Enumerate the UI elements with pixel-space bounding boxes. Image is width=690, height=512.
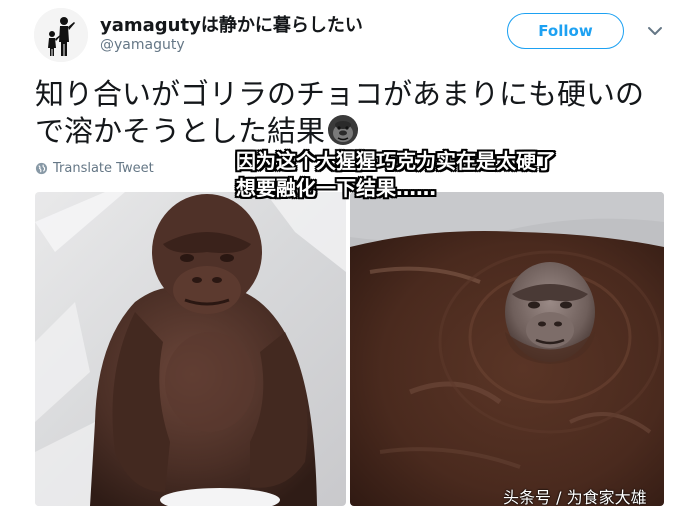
overlay-caption: 因为这个大猩猩巧克力实在是太硬了 想要融化一下结果…… bbox=[236, 148, 556, 202]
overlay-caption-line-1: 因为这个大猩猩巧克力实在是太硬了 bbox=[236, 149, 556, 173]
overlay-caption-line-2: 想要融化一下结果…… bbox=[236, 176, 436, 200]
watermark: 头条号 / 为食家大雄 bbox=[503, 488, 647, 507]
display-name[interactable]: yamagutyは静かに暮らしたい bbox=[100, 11, 363, 37]
melted-chocolate-image bbox=[350, 192, 664, 506]
chevron-down-icon[interactable] bbox=[646, 22, 664, 40]
photo-melted-chocolate[interactable] bbox=[350, 192, 664, 506]
globe-icon bbox=[35, 162, 48, 175]
gorilla-emoji-icon bbox=[328, 115, 359, 145]
user-handle[interactable]: @yamaguty bbox=[100, 37, 185, 53]
follow-button[interactable]: Follow bbox=[507, 13, 624, 49]
tweet-text: 知り合いがゴリラのチョコがあまりにも硬いので溶かそうとした結果 bbox=[35, 76, 665, 150]
chocolate-gorilla-image bbox=[35, 192, 346, 506]
avatar-silhouette-icon bbox=[34, 8, 88, 62]
translate-tweet-link[interactable]: Translate Tweet bbox=[35, 161, 154, 176]
avatar[interactable] bbox=[34, 8, 88, 62]
photo-chocolate-gorilla[interactable] bbox=[35, 192, 346, 506]
translate-label: Translate Tweet bbox=[53, 161, 154, 176]
